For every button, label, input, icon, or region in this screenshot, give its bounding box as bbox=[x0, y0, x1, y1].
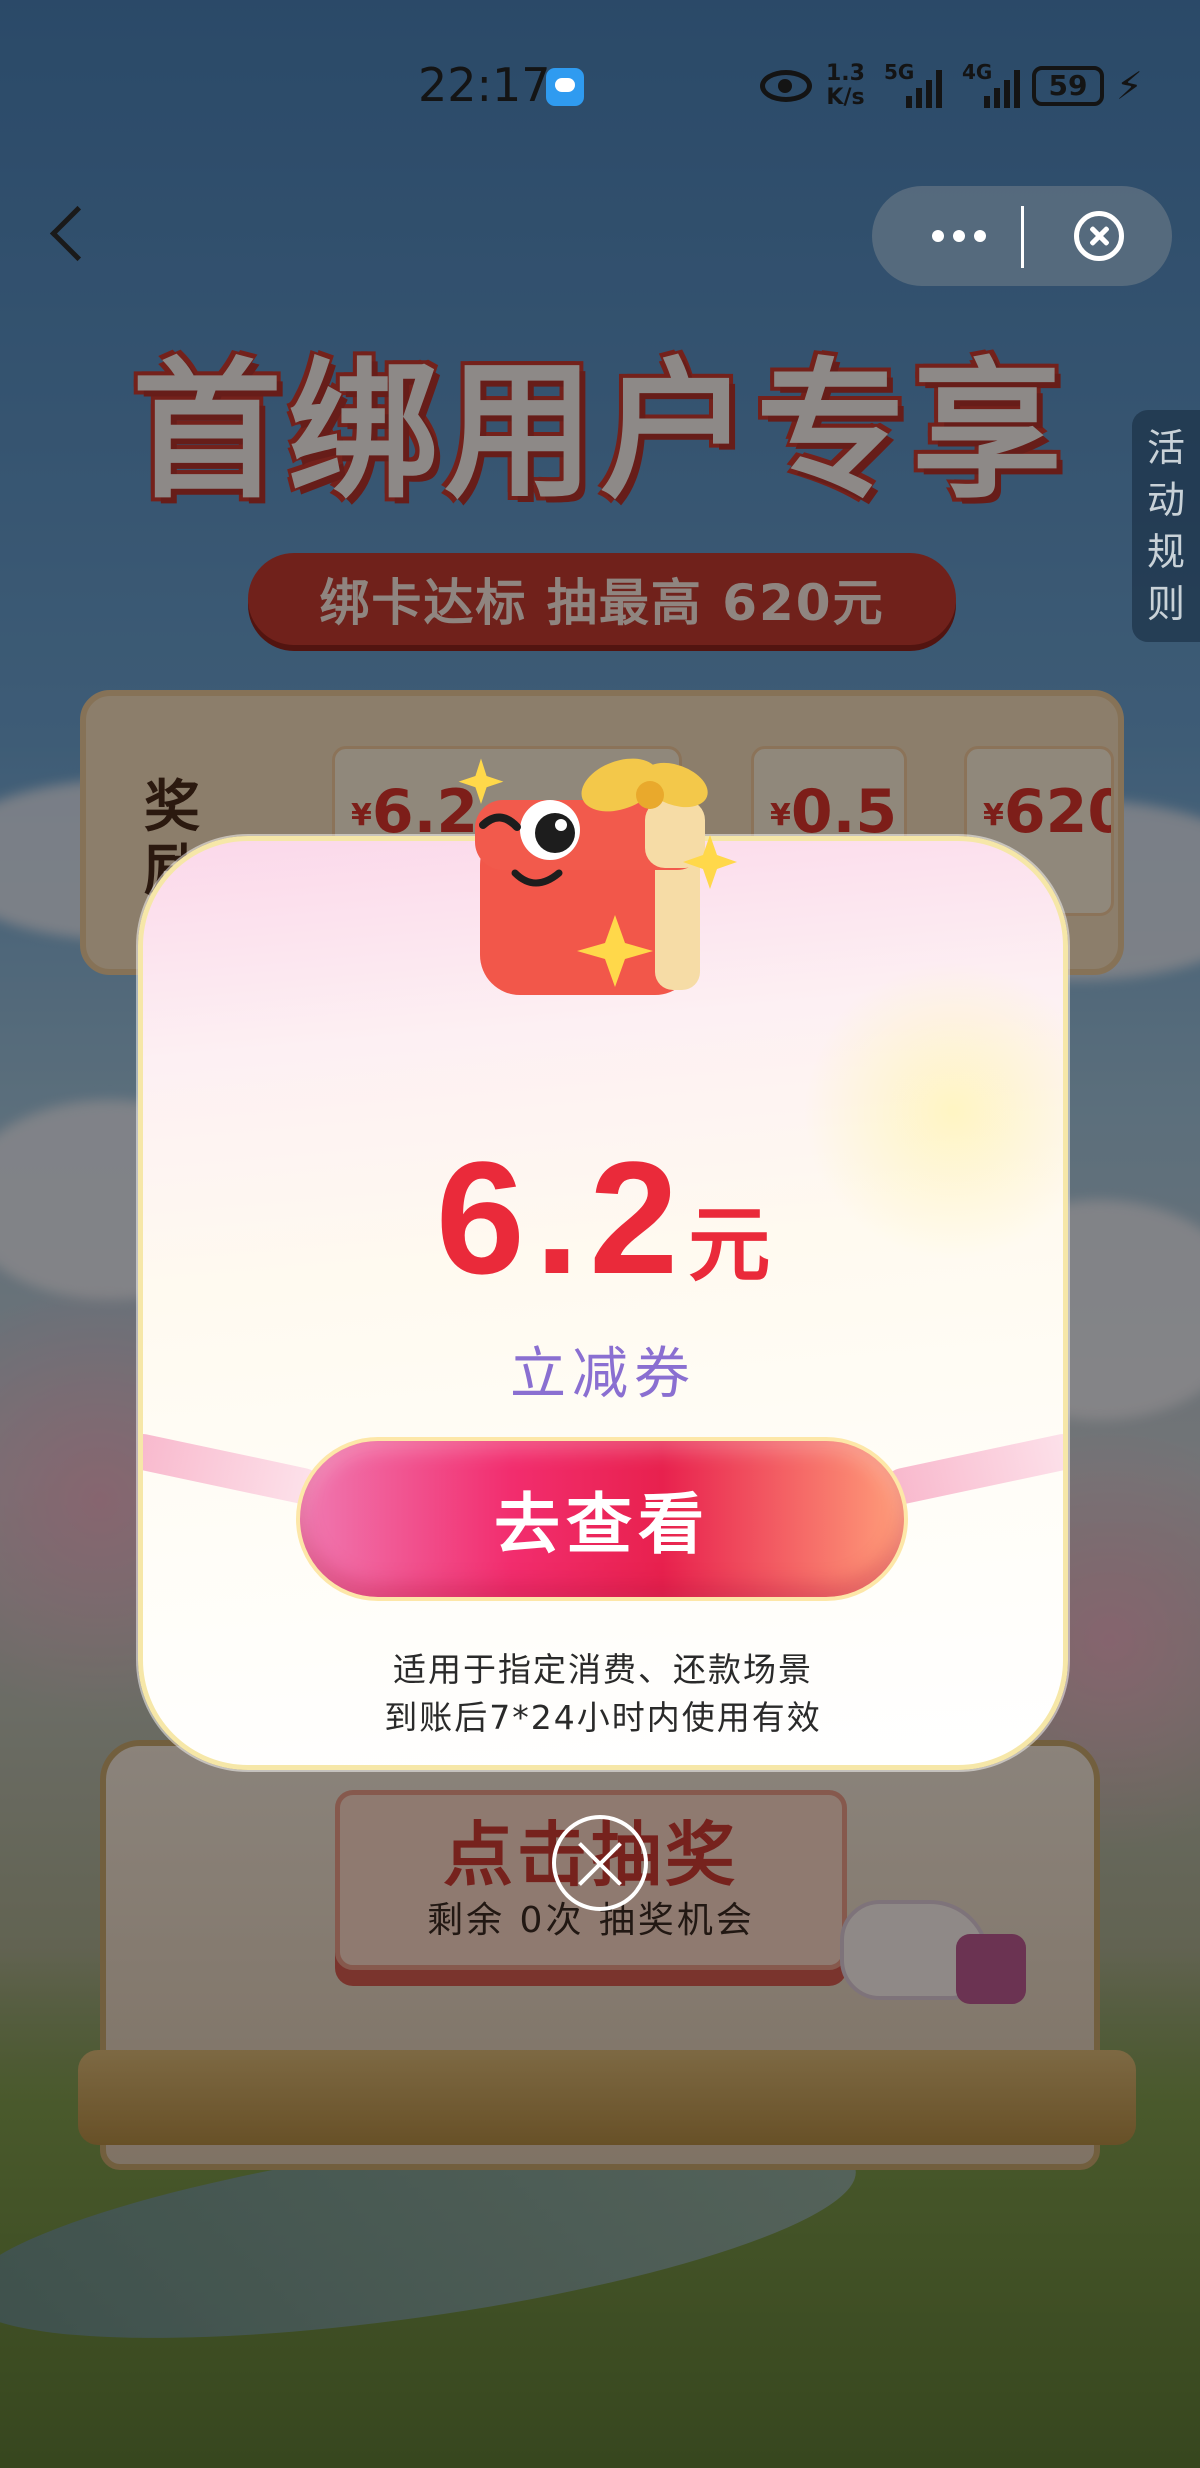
amount-unit: 元 bbox=[688, 1198, 771, 1293]
message-app-icon bbox=[546, 68, 584, 106]
status-bar: 22:17 1.3 K/s 5G 4G 59 ⚡ bbox=[0, 50, 1200, 130]
eye-icon bbox=[760, 70, 812, 102]
network-speed: 1.3 K/s bbox=[826, 61, 865, 110]
back-icon[interactable] bbox=[40, 200, 100, 270]
ribbon-right bbox=[881, 1430, 1063, 1508]
rules-tab[interactable]: 活动规则 bbox=[1132, 410, 1200, 642]
battery-level: 59 bbox=[1032, 66, 1104, 106]
charging-bolt-icon: ⚡ bbox=[1116, 64, 1143, 108]
usage-note-line1: 适用于指定消费、还款场景 bbox=[393, 1650, 813, 1689]
mini-program-capsule bbox=[872, 186, 1172, 286]
signal-bars-icon bbox=[984, 68, 1020, 108]
gift-box-mascot-icon bbox=[458, 758, 737, 995]
close-circle-icon[interactable] bbox=[1074, 211, 1124, 261]
reward-amount: 6.2元 bbox=[143, 1126, 1063, 1310]
amount-value: 6.2 bbox=[435, 1128, 689, 1307]
ribbon-left bbox=[143, 1430, 325, 1508]
usage-note-line2: 到账后7*24小时内使用有效 bbox=[384, 1698, 822, 1737]
status-time: 22:17 bbox=[418, 58, 551, 112]
close-modal-button[interactable] bbox=[552, 1815, 648, 1911]
more-dots-icon[interactable] bbox=[914, 216, 1004, 256]
capsule-divider bbox=[1021, 206, 1024, 268]
coupon-type: 立减券 bbox=[510, 1342, 696, 1407]
sparkle-icon bbox=[458, 758, 504, 804]
signal-bars-icon bbox=[906, 68, 942, 108]
view-coupon-button[interactable]: 去查看 bbox=[296, 1437, 908, 1601]
